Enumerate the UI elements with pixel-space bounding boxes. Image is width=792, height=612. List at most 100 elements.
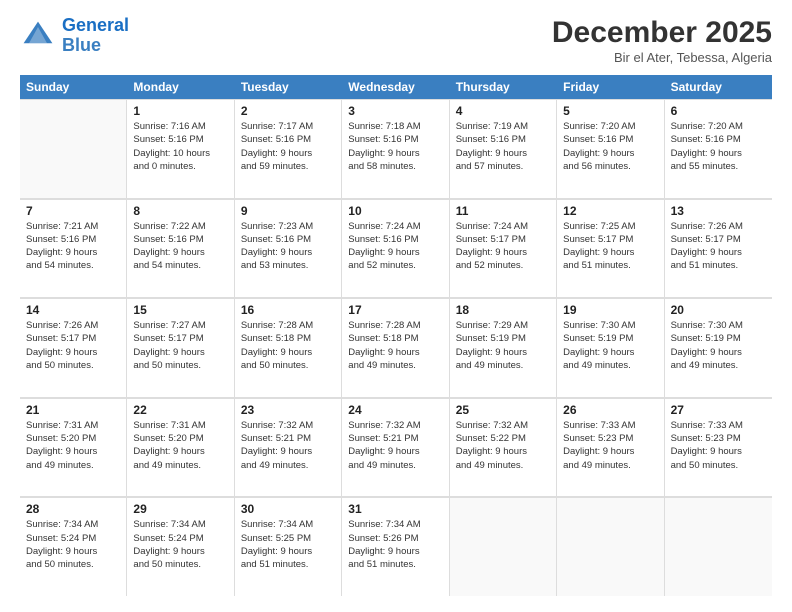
cell-info: Sunrise: 7:19 AM Sunset: 5:16 PM Dayligh… xyxy=(456,120,550,173)
day-number: 19 xyxy=(563,303,657,317)
logo-icon xyxy=(20,18,56,54)
day-number: 25 xyxy=(456,403,550,417)
cell-info: Sunrise: 7:32 AM Sunset: 5:21 PM Dayligh… xyxy=(348,419,442,472)
cal-cell: 31 Sunrise: 7:34 AM Sunset: 5:26 PM Dayli… xyxy=(342,497,449,596)
cal-cell: 18Sunrise: 7:29 AM Sunset: 5:19 PM Dayli… xyxy=(450,298,557,397)
cal-cell: 24 Sunrise: 7:32 AM Sunset: 5:21 PM Dayli… xyxy=(342,398,449,497)
day-number: 5 xyxy=(563,104,657,118)
day-number: 14 xyxy=(26,303,120,317)
cal-cell: 2Sunrise: 7:17 AM Sunset: 5:16 PM Daylig… xyxy=(235,99,342,198)
day-number: 16 xyxy=(241,303,335,317)
cal-cell: 6Sunrise: 7:20 AM Sunset: 5:16 PM Daylig… xyxy=(665,99,772,198)
day-number: 3 xyxy=(348,104,442,118)
calendar-header: SundayMondayTuesdayWednesdayThursdayFrid… xyxy=(20,75,772,99)
header-day-sunday: Sunday xyxy=(20,75,127,99)
day-number: 26 xyxy=(563,403,657,417)
cal-cell: 11 Sunrise: 7:24 AM Sunset: 5:17 PM Dayli… xyxy=(450,199,557,298)
month-title: December 2025 xyxy=(552,16,772,50)
cell-info: Sunrise: 7:26 AM Sunset: 5:17 PM Dayligh… xyxy=(671,220,766,273)
cal-cell: 16 Sunrise: 7:28 AM Sunset: 5:18 PM Dayli… xyxy=(235,298,342,397)
day-number: 30 xyxy=(241,502,335,516)
cal-cell: 9Sunrise: 7:23 AM Sunset: 5:16 PM Daylig… xyxy=(235,199,342,298)
cal-cell: 20 Sunrise: 7:30 AM Sunset: 5:19 PM Dayli… xyxy=(665,298,772,397)
cal-cell: 4 Sunrise: 7:19 AM Sunset: 5:16 PM Daylig… xyxy=(450,99,557,198)
cal-cell: 5 Sunrise: 7:20 AM Sunset: 5:16 PM Daylig… xyxy=(557,99,664,198)
day-number: 10 xyxy=(348,204,442,218)
day-number: 31 xyxy=(348,502,442,516)
logo-line1: General xyxy=(62,15,129,35)
day-number: 20 xyxy=(671,303,766,317)
day-number: 23 xyxy=(241,403,335,417)
cell-info: Sunrise: 7:21 AM Sunset: 5:16 PM Dayligh… xyxy=(26,220,120,273)
cell-info: Sunrise: 7:20 AM Sunset: 5:16 PM Dayligh… xyxy=(563,120,657,173)
logo-line2: Blue xyxy=(62,35,101,55)
logo-text: General Blue xyxy=(62,16,129,56)
header-day-thursday: Thursday xyxy=(450,75,557,99)
cal-cell: 26 Sunrise: 7:33 AM Sunset: 5:23 PM Dayli… xyxy=(557,398,664,497)
cell-info: Sunrise: 7:22 AM Sunset: 5:16 PM Dayligh… xyxy=(133,220,227,273)
cell-info: Sunrise: 7:34 AM Sunset: 5:25 PM Dayligh… xyxy=(241,518,335,571)
day-number: 22 xyxy=(133,403,227,417)
cell-info: Sunrise: 7:18 AM Sunset: 5:16 PM Dayligh… xyxy=(348,120,442,173)
day-number: 4 xyxy=(456,104,550,118)
cal-cell: 13Sunrise: 7:26 AM Sunset: 5:17 PM Dayli… xyxy=(665,199,772,298)
cell-info: Sunrise: 7:29 AM Sunset: 5:19 PM Dayligh… xyxy=(456,319,550,372)
location: Bir el Ater, Tebessa, Algeria xyxy=(552,50,772,65)
day-number: 8 xyxy=(133,204,227,218)
cal-cell: 1 Sunrise: 7:16 AM Sunset: 5:16 PM Daylig… xyxy=(127,99,234,198)
cal-cell xyxy=(450,497,557,596)
calendar-body: 1 Sunrise: 7:16 AM Sunset: 5:16 PM Daylig… xyxy=(20,99,772,596)
cal-cell: 15 Sunrise: 7:27 AM Sunset: 5:17 PM Dayli… xyxy=(127,298,234,397)
cal-cell: 21Sunrise: 7:31 AM Sunset: 5:20 PM Dayli… xyxy=(20,398,127,497)
cell-info: Sunrise: 7:31 AM Sunset: 5:20 PM Dayligh… xyxy=(26,419,120,472)
cal-cell: 8 Sunrise: 7:22 AM Sunset: 5:16 PM Daylig… xyxy=(127,199,234,298)
cal-row-1: 7 Sunrise: 7:21 AM Sunset: 5:16 PM Daylig… xyxy=(20,199,772,299)
calendar: SundayMondayTuesdayWednesdayThursdayFrid… xyxy=(20,75,772,596)
day-number: 27 xyxy=(671,403,766,417)
header-day-saturday: Saturday xyxy=(665,75,772,99)
cell-info: Sunrise: 7:25 AM Sunset: 5:17 PM Dayligh… xyxy=(563,220,657,273)
cell-info: Sunrise: 7:16 AM Sunset: 5:16 PM Dayligh… xyxy=(133,120,227,173)
cell-info: Sunrise: 7:34 AM Sunset: 5:24 PM Dayligh… xyxy=(26,518,120,571)
header-day-monday: Monday xyxy=(127,75,234,99)
cal-cell: 3 Sunrise: 7:18 AM Sunset: 5:16 PM Daylig… xyxy=(342,99,449,198)
cell-info: Sunrise: 7:27 AM Sunset: 5:17 PM Dayligh… xyxy=(133,319,227,372)
day-number: 1 xyxy=(133,104,227,118)
cell-info: Sunrise: 7:34 AM Sunset: 5:24 PM Dayligh… xyxy=(133,518,227,571)
cell-info: Sunrise: 7:32 AM Sunset: 5:21 PM Dayligh… xyxy=(241,419,335,472)
day-number: 9 xyxy=(241,204,335,218)
cell-info: Sunrise: 7:26 AM Sunset: 5:17 PM Dayligh… xyxy=(26,319,120,372)
cal-row-0: 1 Sunrise: 7:16 AM Sunset: 5:16 PM Daylig… xyxy=(20,99,772,199)
cell-info: Sunrise: 7:34 AM Sunset: 5:26 PM Dayligh… xyxy=(348,518,442,571)
day-number: 17 xyxy=(348,303,442,317)
cal-cell: 29Sunrise: 7:34 AM Sunset: 5:24 PM Dayli… xyxy=(127,497,234,596)
cal-cell xyxy=(20,99,127,198)
logo: General Blue xyxy=(20,16,129,56)
cal-cell: 12Sunrise: 7:25 AM Sunset: 5:17 PM Dayli… xyxy=(557,199,664,298)
cal-row-4: 28Sunrise: 7:34 AM Sunset: 5:24 PM Dayli… xyxy=(20,497,772,596)
cell-info: Sunrise: 7:28 AM Sunset: 5:18 PM Dayligh… xyxy=(241,319,335,372)
cell-info: Sunrise: 7:17 AM Sunset: 5:16 PM Dayligh… xyxy=(241,120,335,173)
day-number: 24 xyxy=(348,403,442,417)
header-day-friday: Friday xyxy=(557,75,664,99)
cal-cell: 7 Sunrise: 7:21 AM Sunset: 5:16 PM Daylig… xyxy=(20,199,127,298)
day-number: 15 xyxy=(133,303,227,317)
cal-cell xyxy=(557,497,664,596)
cal-cell: 23 Sunrise: 7:32 AM Sunset: 5:21 PM Dayli… xyxy=(235,398,342,497)
cell-info: Sunrise: 7:33 AM Sunset: 5:23 PM Dayligh… xyxy=(563,419,657,472)
day-number: 11 xyxy=(456,204,550,218)
cell-info: Sunrise: 7:31 AM Sunset: 5:20 PM Dayligh… xyxy=(133,419,227,472)
header-right: December 2025 Bir el Ater, Tebessa, Alge… xyxy=(552,16,772,65)
cell-info: Sunrise: 7:32 AM Sunset: 5:22 PM Dayligh… xyxy=(456,419,550,472)
header: General Blue December 2025 Bir el Ater, … xyxy=(20,16,772,65)
cal-row-3: 21Sunrise: 7:31 AM Sunset: 5:20 PM Dayli… xyxy=(20,398,772,498)
cal-cell: 25 Sunrise: 7:32 AM Sunset: 5:22 PM Dayli… xyxy=(450,398,557,497)
cell-info: Sunrise: 7:24 AM Sunset: 5:17 PM Dayligh… xyxy=(456,220,550,273)
cal-cell: 17Sunrise: 7:28 AM Sunset: 5:18 PM Dayli… xyxy=(342,298,449,397)
cell-info: Sunrise: 7:20 AM Sunset: 5:16 PM Dayligh… xyxy=(671,120,766,173)
cal-cell: 28Sunrise: 7:34 AM Sunset: 5:24 PM Dayli… xyxy=(20,497,127,596)
cal-cell: 14 Sunrise: 7:26 AM Sunset: 5:17 PM Dayli… xyxy=(20,298,127,397)
cell-info: Sunrise: 7:30 AM Sunset: 5:19 PM Dayligh… xyxy=(671,319,766,372)
page: General Blue December 2025 Bir el Ater, … xyxy=(0,0,792,612)
day-number: 7 xyxy=(26,204,120,218)
